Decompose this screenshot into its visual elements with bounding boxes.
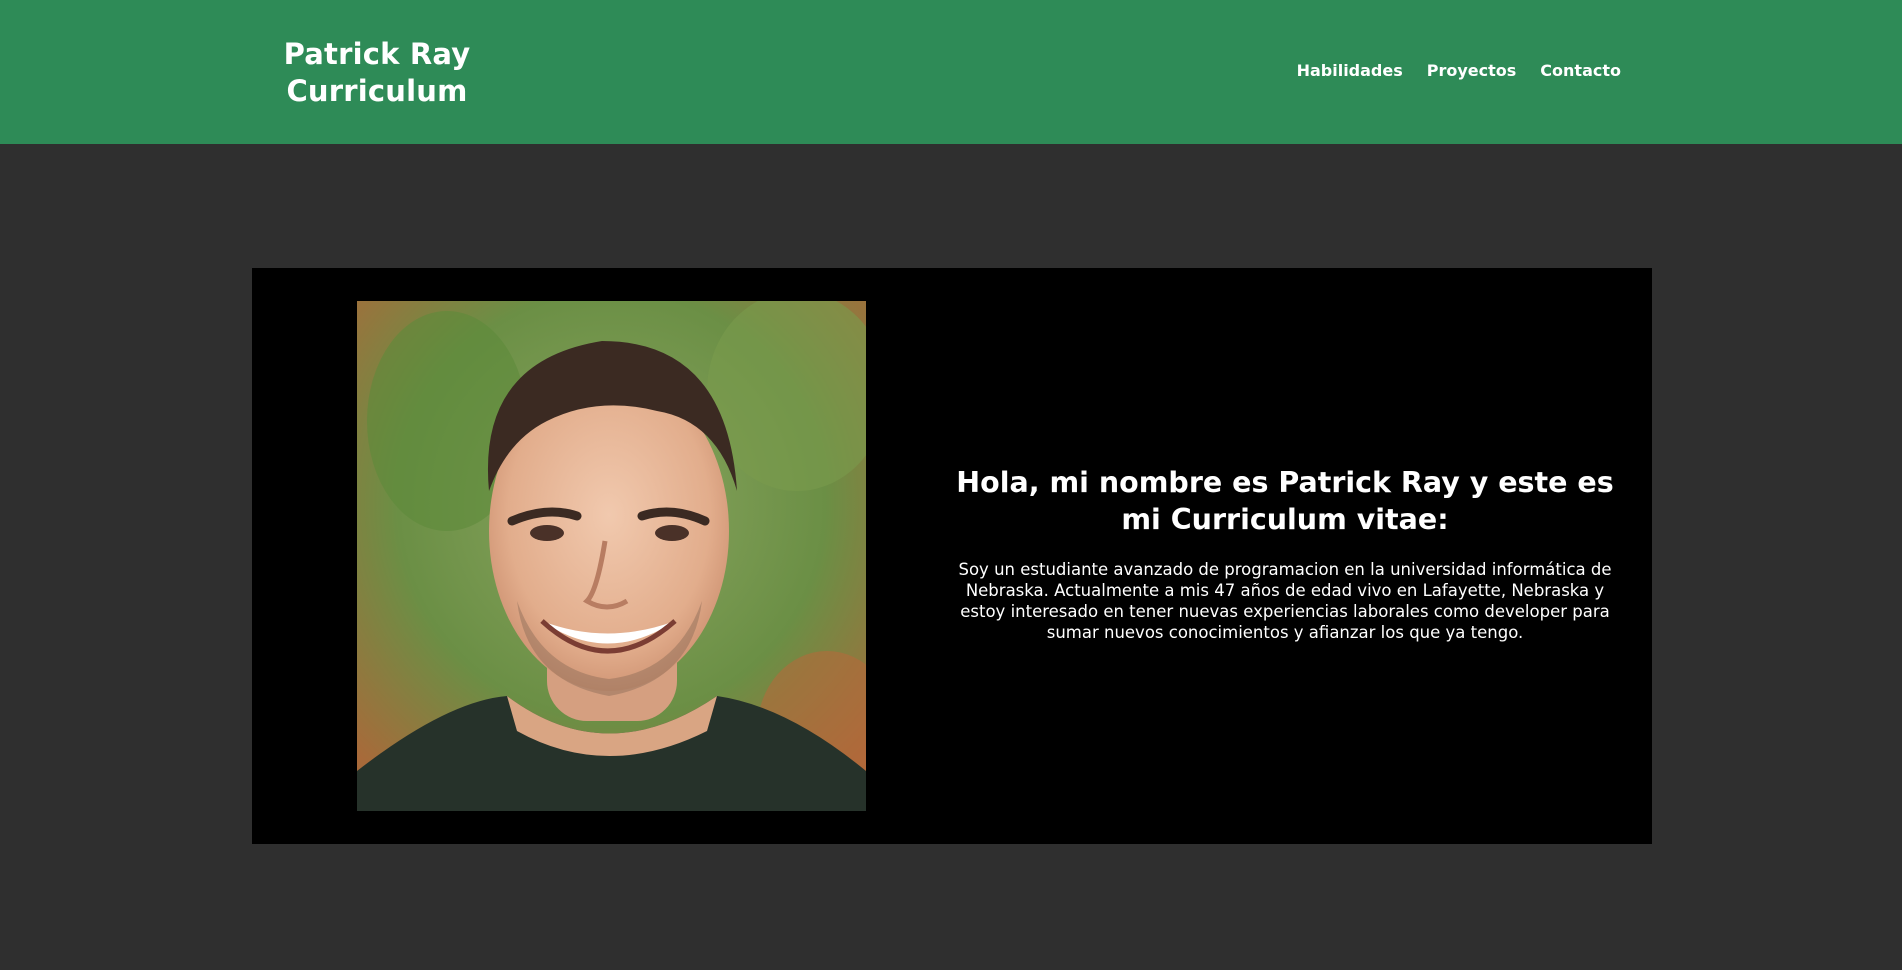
site-header: Patrick Ray Curriculum Habilidades Proye… [0,0,1902,144]
nav-link-habilidades[interactable]: Habilidades [1297,60,1403,82]
nav-link-proyectos[interactable]: Proyectos [1427,60,1517,82]
intro-heading: Hola, mi nombre es Patrick Ray y este es… [956,466,1614,536]
profile-photo [357,301,866,811]
nav-link-contacto[interactable]: Contacto [1540,60,1621,82]
site-logo[interactable]: Patrick Ray Curriculum [282,36,472,110]
intro-section: Hola, mi nombre es Patrick Ray y este es… [252,268,1652,844]
brand-name: Patrick Ray [283,37,471,71]
intro-bio: Soy un estudiante avanzado de programaci… [958,560,1612,642]
intro-text: Hola, mi nombre es Patrick Ray y este es… [942,464,1628,643]
main-nav: Habilidades Proyectos Contacto [1297,60,1621,82]
brand-subtitle: Curriculum [286,74,468,108]
